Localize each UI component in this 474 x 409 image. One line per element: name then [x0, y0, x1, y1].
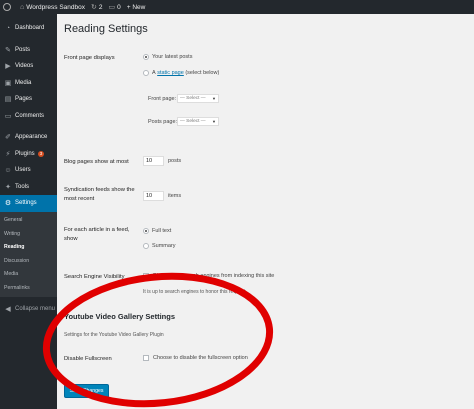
search-visibility-note: It is up to search engines to honor this… [143, 289, 247, 295]
radio-unchecked[interactable] [143, 70, 149, 76]
sidebar-item-dashboard[interactable]: ◔ Dashboard [0, 20, 57, 37]
sidebar-item-posts[interactable]: ✎ Posts [0, 42, 57, 59]
dropdown-arrow-icon: ▼ [212, 96, 216, 101]
settings-icon: ⚙ [4, 200, 12, 208]
media-icon: ▣ [4, 79, 12, 87]
wordpress-logo-icon[interactable] [0, 0, 14, 14]
new-content-link[interactable]: + New [127, 0, 146, 14]
full-text-radio[interactable]: Full text [143, 228, 171, 234]
posts-page-select[interactable]: — Select — ▼ [177, 117, 219, 126]
blog-pages-label: Blog pages show at most [64, 159, 129, 165]
checkbox[interactable] [143, 355, 149, 361]
submenu-permalinks[interactable]: Permalinks [0, 281, 57, 295]
syndication-label-1: Syndication feeds show the [64, 187, 135, 193]
radio-checked[interactable] [143, 228, 149, 234]
sidebar-item-plugins[interactable]: ⚡ Plugins 3 [0, 146, 57, 163]
sidebar-item-appearance[interactable]: ✐ Appearance [0, 129, 57, 146]
updates-link[interactable]: ↻ 2 [91, 0, 103, 14]
comments-link[interactable]: ▭ 0 [109, 0, 121, 14]
syndication-input[interactable]: 10 [143, 191, 164, 201]
radio-checked[interactable] [143, 54, 149, 60]
summary-radio[interactable]: Summary [143, 243, 176, 249]
video-icon: ▶ [5, 63, 11, 71]
main-content: Reading Settings Front page displays You… [57, 14, 474, 409]
syndication-label-2: most recent [64, 196, 95, 202]
sidebar-item-videos[interactable]: ▶ Videos [0, 58, 57, 75]
article-feed-label-1: For each article in a feed, [64, 227, 130, 233]
syndication-unit: items [168, 193, 182, 199]
sidebar-item-users[interactable]: ☺ Users [0, 162, 57, 179]
posts-page-label: Posts page: [148, 119, 178, 125]
comment-bubble-icon: ▭ [108, 4, 116, 11]
front-page-displays-label: Front page displays [64, 55, 115, 61]
latest-posts-radio[interactable]: Your latest posts [143, 54, 192, 60]
admin-bar: ⌂ Wordpress Sandbox ↻ 2 ▭ 0 + New [0, 0, 474, 14]
front-page-label: Front page: [148, 96, 177, 102]
page-title: Reading Settings [64, 23, 148, 35]
updates-icon: ↻ [91, 4, 97, 11]
sidebar-item-settings[interactable]: ⚙ Settings [0, 195, 57, 212]
home-icon: ⌂ [20, 3, 25, 11]
search-visibility-checkbox[interactable]: Discourage search engines from indexing … [143, 273, 274, 279]
settings-submenu: General Writing Reading Discussion Media… [0, 211, 57, 297]
youtube-section-title: Youtube Video Gallery Settings [64, 312, 175, 321]
static-page-radio[interactable]: A static page (select below) [143, 70, 219, 76]
checkbox[interactable] [143, 273, 149, 279]
search-visibility-label: Search Engine Visibility [64, 274, 125, 280]
dashboard-icon: ◔ [5, 24, 11, 32]
page-icon: ▤ [4, 96, 12, 104]
admin-sidebar: ◔ Dashboard ✎ Posts ▶ Videos ▣ Media ▤ P… [0, 14, 57, 409]
submenu-general[interactable]: General [0, 214, 57, 228]
submenu-writing[interactable]: Writing [0, 227, 57, 241]
comment-icon: ▭ [4, 112, 12, 120]
front-page-select[interactable]: — Select — ▼ [177, 94, 219, 103]
sidebar-item-pages[interactable]: ▤ Pages [0, 91, 57, 108]
brush-icon: ✐ [5, 134, 11, 142]
dropdown-arrow-icon: ▼ [212, 119, 216, 124]
save-changes-button[interactable]: Save Changes [64, 384, 109, 398]
disable-fullscreen-checkbox[interactable]: Choose to disable the fullscreen option [143, 355, 248, 361]
site-name-link[interactable]: ⌂ Wordpress Sandbox [20, 0, 85, 14]
plugins-update-badge: 3 [37, 150, 45, 157]
plug-icon: ⚡ [5, 150, 11, 158]
disable-fullscreen-label: Disable Fullscreen [64, 356, 112, 362]
wrench-icon: ✦ [5, 183, 11, 191]
sidebar-item-tools[interactable]: ✦ Tools [0, 179, 57, 196]
radio-unchecked[interactable] [143, 243, 149, 249]
user-icon: ☺ [4, 166, 12, 174]
collapse-icon: ◀ [5, 305, 11, 313]
static-page-link[interactable]: static page [157, 70, 184, 76]
blog-pages-unit: posts [168, 158, 182, 164]
article-feed-label-2: show [64, 236, 78, 242]
submenu-media[interactable]: Media [0, 268, 57, 282]
pin-icon: ✎ [5, 46, 11, 54]
collapse-menu-button[interactable]: ◀ Collapse menu [0, 301, 57, 318]
submenu-discussion[interactable]: Discussion [0, 254, 57, 268]
blog-pages-input[interactable]: 10 [143, 156, 164, 166]
youtube-section-desc: Settings for the Youtube Video Gallery P… [64, 332, 164, 338]
submenu-reading[interactable]: Reading [0, 241, 57, 255]
sidebar-item-comments[interactable]: ▭ Comments [0, 108, 57, 125]
sidebar-item-media[interactable]: ▣ Media [0, 75, 57, 92]
